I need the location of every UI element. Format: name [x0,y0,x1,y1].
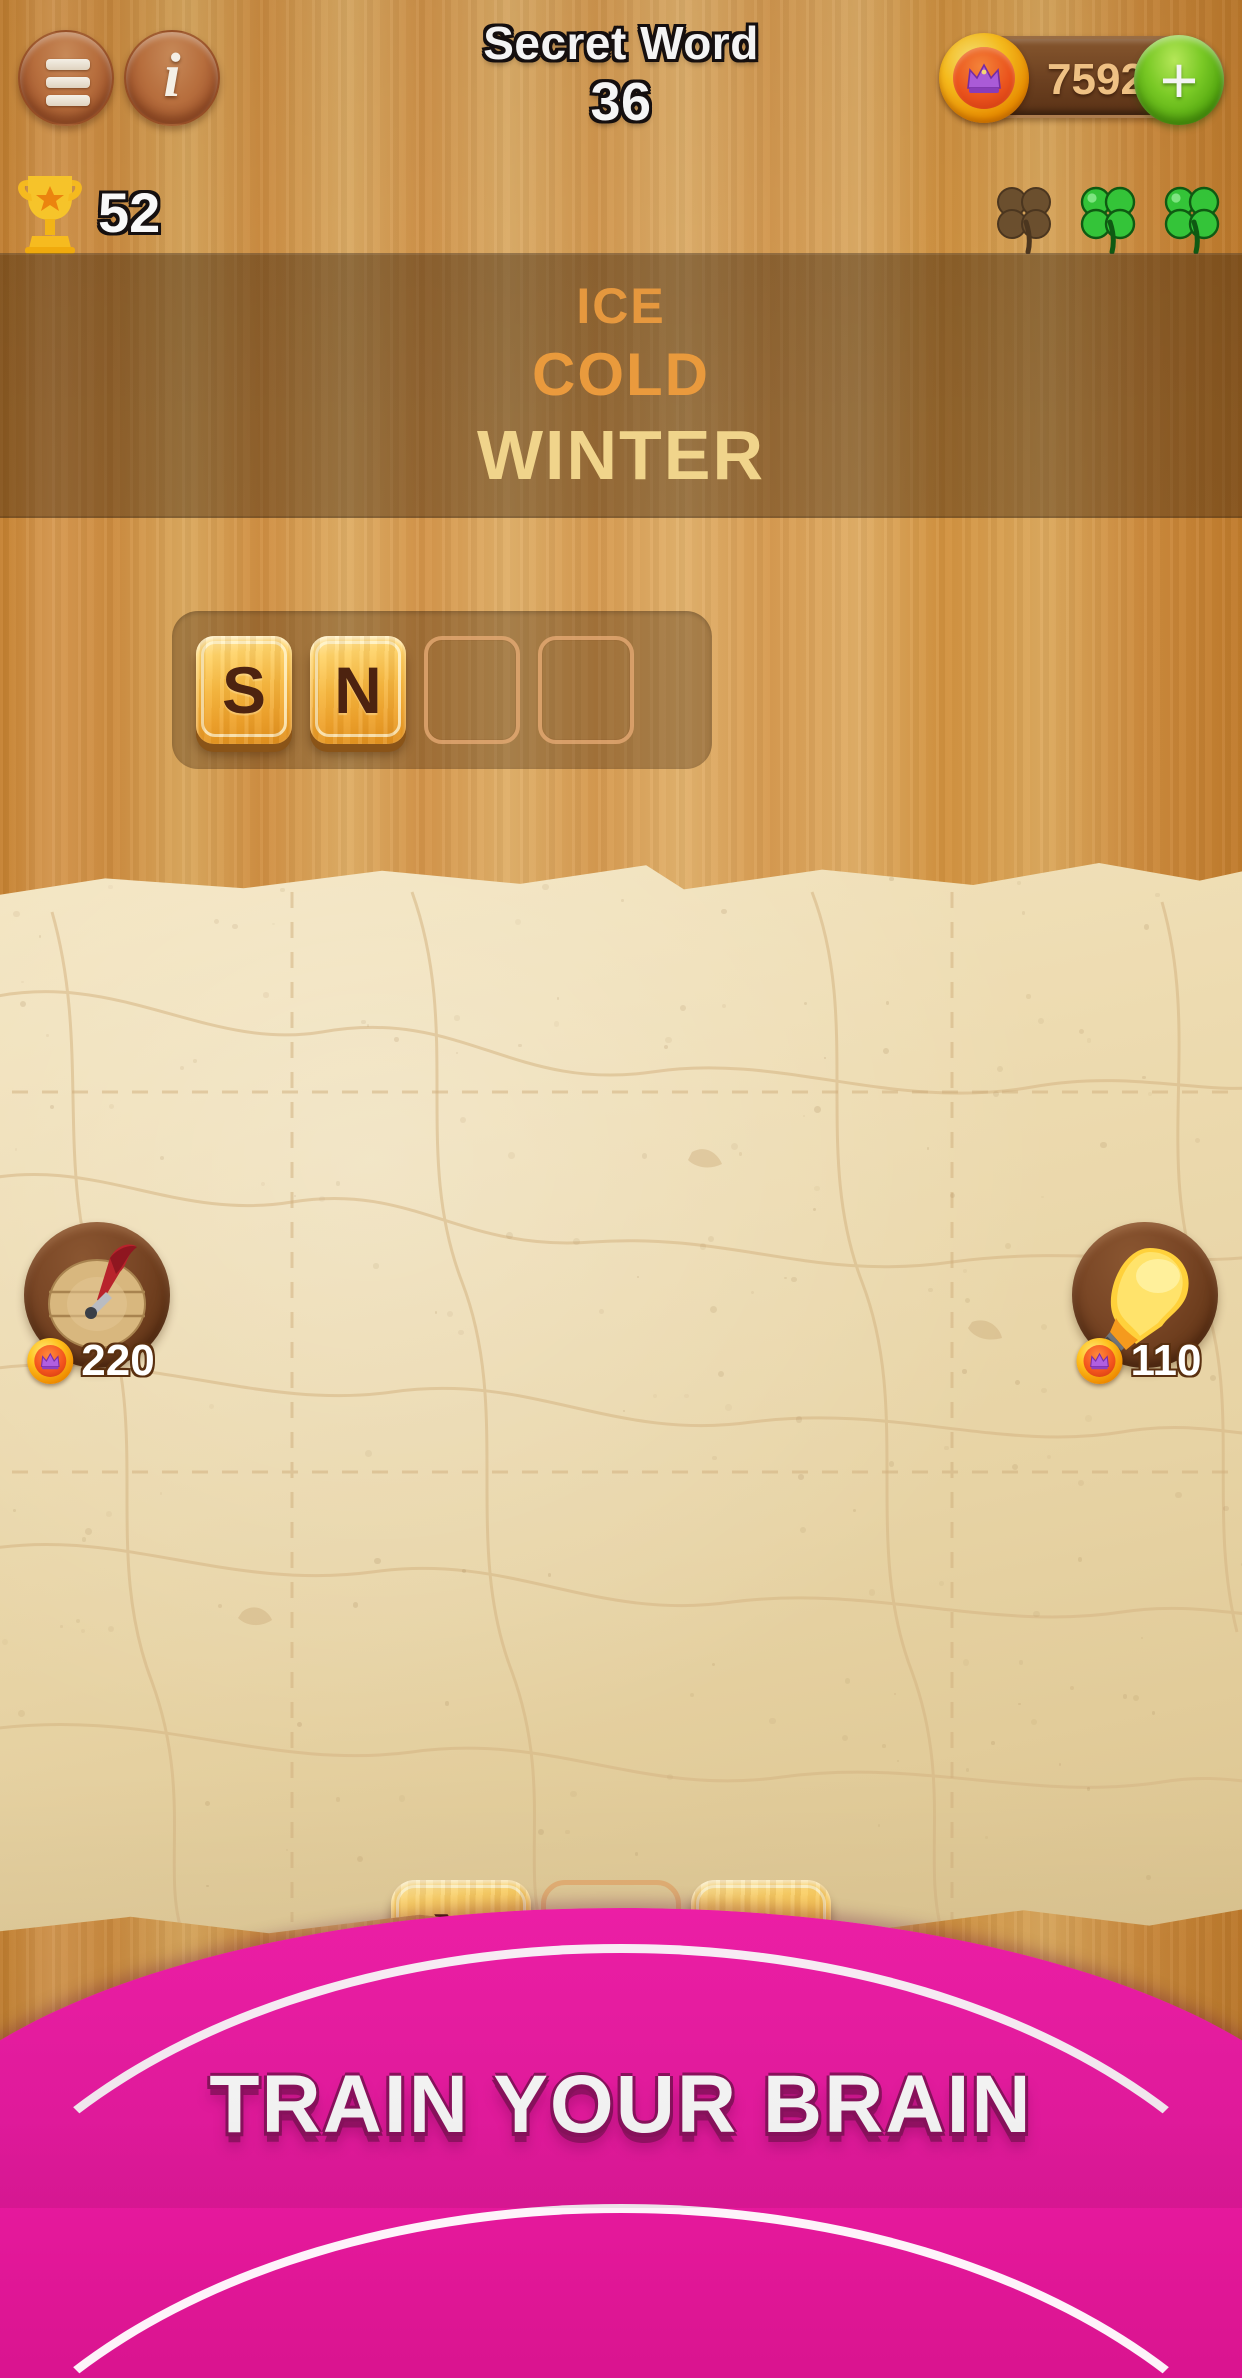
game-screen: i Secret Word 36 7592 + 52 ICE COLD WINT… [0,0,1242,2378]
clover-icon[interactable] [1154,178,1230,254]
crown-coin-icon [27,1338,74,1384]
crown-glyph [967,63,1001,93]
clue-panel: ICE COLD WINTER [0,253,1242,518]
target-hint-button[interactable]: 220 [24,1222,170,1385]
coin-inner [953,47,1015,109]
answer-tile-letter: N [334,653,382,727]
banner-text: TRAIN YOUR BRAIN [209,2059,1033,2150]
answer-slot[interactable]: N [310,636,406,744]
hint-price: 220 [21,1336,172,1386]
clover-icon[interactable] [986,178,1062,254]
answer-tile[interactable]: S [196,636,292,744]
answer-slot[interactable]: S [196,636,292,744]
answer-tile[interactable]: N [310,636,406,744]
answer-tile-letter: S [221,653,267,727]
bulb-hint-button[interactable]: 110 [1072,1222,1218,1385]
coin-inner [34,1345,67,1377]
add-coins-button[interactable]: + [1134,35,1224,125]
hint-price-value: 110 [1130,1336,1202,1385]
crown-glyph [1090,1352,1109,1370]
clue-word: ICE [576,277,666,334]
clue-word: COLD [532,340,710,408]
crown-coin-icon [939,33,1029,123]
trophy-count: 52 [98,180,161,244]
hint-price-value: 220 [81,1336,155,1385]
parchment-texture [0,863,1242,1934]
top-bar: i Secret Word 36 7592 + [0,0,1242,160]
trophy-icon [18,176,82,254]
crown-glyph [40,1352,60,1370]
coin-widget[interactable]: 7592 + [939,33,1224,125]
promo-banner[interactable]: TRAIN YOUR BRAIN [0,1908,1242,2378]
trophy-stat[interactable]: 52 [14,170,160,254]
parchment-board: 220 110 [0,863,1242,1934]
crown-coin-icon [1076,1338,1123,1384]
clue-word: WINTER [476,415,766,494]
hint-price: 110 [1071,1336,1220,1386]
answer-slot-empty[interactable] [538,636,634,744]
answer-slot-tray: S N [172,611,712,769]
plus-icon: + [1159,43,1199,117]
answer-slot-empty[interactable] [424,636,520,744]
clover-row [986,178,1230,254]
clover-icon[interactable] [1070,178,1146,254]
coin-inner [1083,1345,1116,1377]
